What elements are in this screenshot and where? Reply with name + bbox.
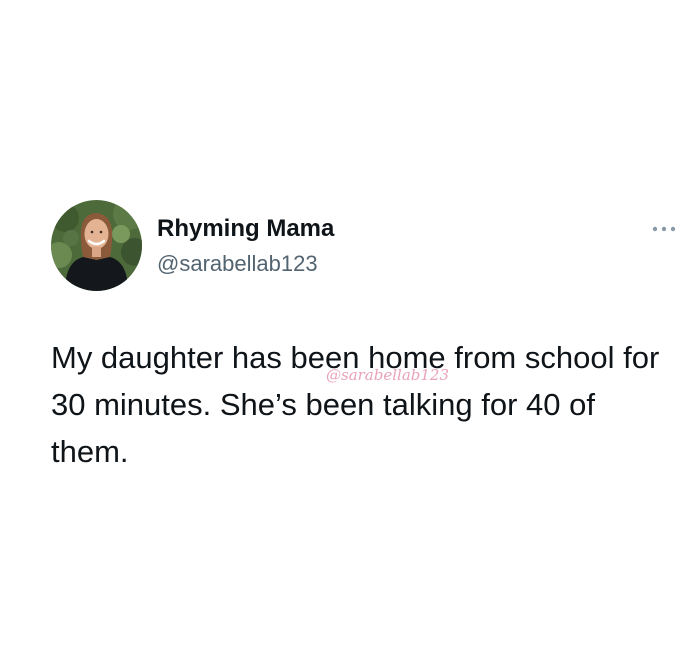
tweet-card: Rhyming Mama @sarabellab123 My daughter … [0, 0, 700, 652]
watermark: @sarabellab123 [326, 366, 450, 384]
display-name[interactable]: Rhyming Mama [157, 215, 334, 243]
more-horizontal-icon[interactable] [650, 221, 678, 237]
tweet-text: My daughter has been home from school fo… [51, 340, 660, 469]
user-handle[interactable]: @sarabellab123 [157, 250, 318, 278]
avatar[interactable] [51, 200, 142, 291]
profile-photo-icon [51, 200, 142, 291]
